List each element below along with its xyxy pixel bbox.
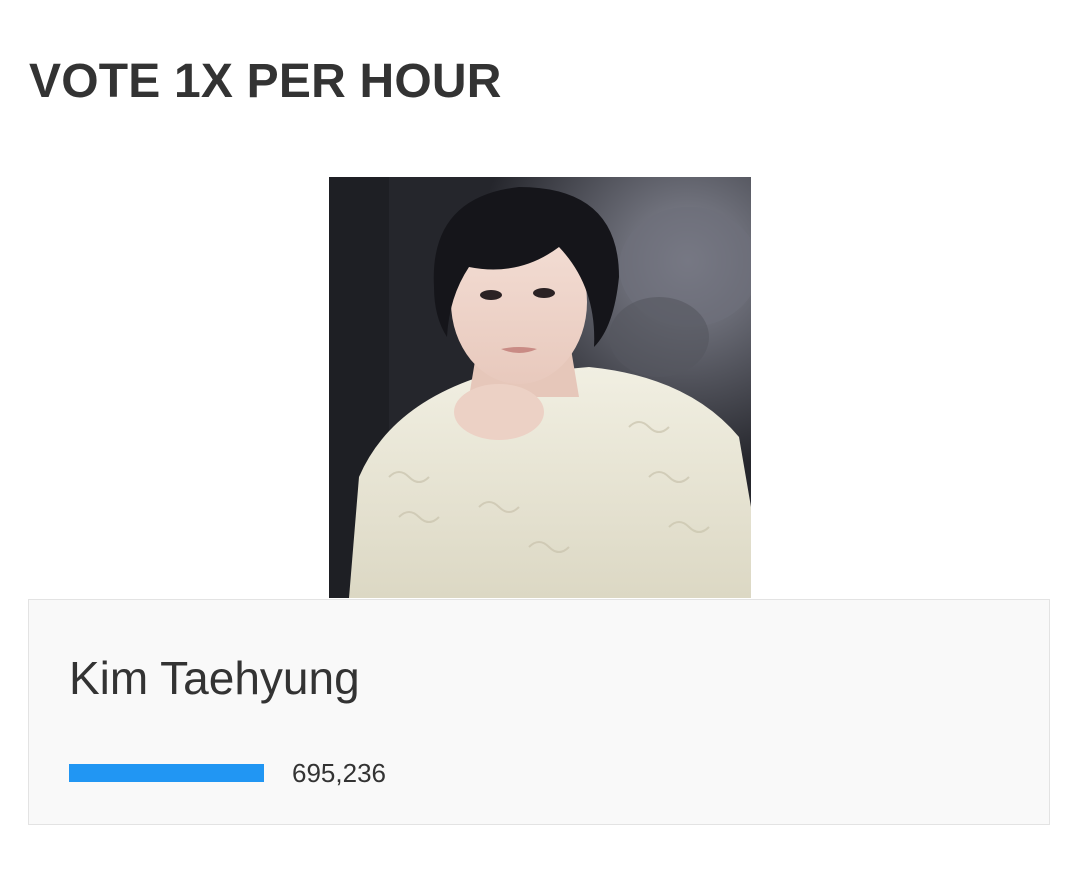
poll-heading: VOTE 1X PER HOUR xyxy=(29,55,502,108)
poll-page: VOTE 1X PER HOUR Kim Taehyung 695,236 xyxy=(0,0,1080,874)
candidate-photo-image xyxy=(329,177,751,598)
candidate-photo[interactable] xyxy=(329,177,751,598)
vote-count: 695,236 xyxy=(292,758,386,788)
candidate-name: Kim Taehyung xyxy=(69,652,360,704)
candidate-card[interactable]: Kim Taehyung 695,236 xyxy=(28,599,1050,825)
vote-progress-bar xyxy=(69,764,264,782)
vote-progress-fill xyxy=(69,764,264,782)
